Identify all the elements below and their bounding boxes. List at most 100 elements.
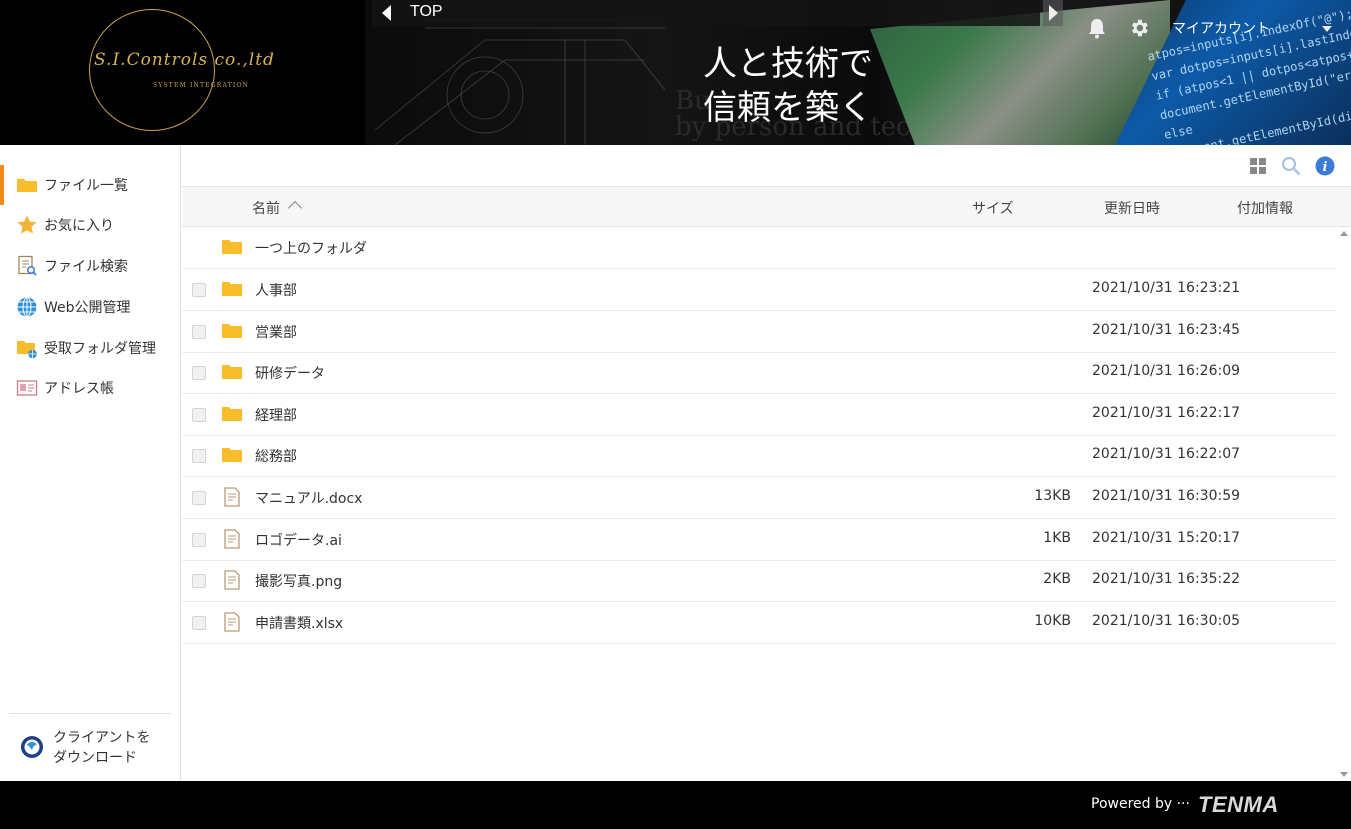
folder-icon xyxy=(222,324,242,338)
gear-icon[interactable] xyxy=(1128,17,1150,39)
file-name: マニュアル.docx xyxy=(255,491,363,507)
table-row[interactable]: 人事部 2021/10/31 16:23:21 xyxy=(182,269,1337,311)
file-date: 2021/10/31 16:35:22 xyxy=(1092,571,1241,587)
folder-icon xyxy=(222,407,242,421)
table-row[interactable]: 総務部 2021/10/31 16:22:07 xyxy=(182,435,1337,477)
sidebar-divider xyxy=(9,713,171,714)
download-client-button[interactable]: クライアントを ダウンロード xyxy=(20,727,180,771)
sidebar-item-favorites[interactable]: お気に入り xyxy=(0,205,181,245)
address-book-icon xyxy=(16,380,38,396)
file-list-panel: i 名前 サイズ 更新日時 付加情報 一つ上のフォルダ 人事部 2021/10/… xyxy=(182,145,1351,781)
file-date: 2021/10/31 16:30:05 xyxy=(1092,613,1241,629)
back-arrow-icon[interactable] xyxy=(380,3,394,23)
sidebar-item-address-book[interactable]: アドレス帳 xyxy=(0,368,181,408)
slogan-line-2: 信頼を築く xyxy=(703,88,873,128)
table-row[interactable]: 撮影写真.png 2KB 2021/10/31 16:35:22 xyxy=(182,560,1337,602)
top-link[interactable]: TOP xyxy=(410,3,443,21)
sidebar-item-label: 受取フォルダ管理 xyxy=(44,341,156,357)
column-modified[interactable]: 更新日時 xyxy=(1104,198,1160,218)
column-size[interactable]: サイズ xyxy=(972,198,1014,218)
sidebar-item-label: ファイル一覧 xyxy=(44,178,128,194)
sidebar-item-file-list[interactable]: ファイル一覧 xyxy=(0,165,181,205)
top-bar xyxy=(372,0,1040,26)
file-size: 1KB xyxy=(1043,530,1071,546)
sidebar-item-label: ファイル検索 xyxy=(44,259,128,275)
table-row[interactable]: 申請書類.xlsx 10KB 2021/10/31 16:30:05 xyxy=(182,602,1337,644)
file-size: 10KB xyxy=(1034,613,1071,629)
document-icon xyxy=(224,487,240,507)
scroll-up-arrow-icon[interactable] xyxy=(1340,231,1348,236)
table-row[interactable]: マニュアル.docx 13KB 2021/10/31 16:30:59 xyxy=(182,477,1337,519)
file-name: 人事部 xyxy=(255,283,297,299)
file-name: 総務部 xyxy=(255,449,297,465)
chevron-down-icon[interactable] xyxy=(1322,26,1332,32)
row-checkbox[interactable] xyxy=(192,408,206,422)
file-name: 撮影写真.png xyxy=(255,574,343,590)
toolbar: i xyxy=(182,145,1351,187)
bell-icon[interactable] xyxy=(1087,17,1107,39)
powered-by-label: Powered by ··· xyxy=(1091,796,1190,812)
row-checkbox[interactable] xyxy=(192,366,206,380)
globe-icon xyxy=(17,297,37,317)
file-date: 2021/10/31 16:23:45 xyxy=(1092,322,1241,338)
file-date: 2021/10/31 15:20:17 xyxy=(1092,530,1241,546)
folder-icon xyxy=(222,448,242,462)
parent-folder-row[interactable]: 一つ上のフォルダ xyxy=(182,227,1337,269)
row-checkbox[interactable] xyxy=(192,574,206,588)
vertical-scrollbar[interactable] xyxy=(1337,227,1351,781)
footer: Powered by ··· TENMA xyxy=(0,781,1351,829)
folder-icon xyxy=(222,365,242,379)
file-search-icon xyxy=(18,255,37,276)
row-checkbox[interactable] xyxy=(192,449,206,463)
row-checkbox[interactable] xyxy=(192,283,206,297)
row-checkbox[interactable] xyxy=(192,325,206,339)
folder-icon xyxy=(222,282,242,296)
row-checkbox[interactable] xyxy=(192,491,206,505)
folder-icon xyxy=(17,179,37,192)
file-date: 2021/10/31 16:26:09 xyxy=(1092,363,1241,379)
sidebar-item-receive-folder[interactable]: 受取フォルダ管理 xyxy=(0,328,181,368)
scroll-down-arrow-icon[interactable] xyxy=(1340,772,1348,777)
column-header: 名前 サイズ 更新日時 付加情報 xyxy=(182,187,1351,227)
table-row[interactable]: 研修データ 2021/10/31 16:26:09 xyxy=(182,352,1337,394)
forward-arrow-icon[interactable] xyxy=(1043,0,1063,26)
column-extra-info[interactable]: 付加情報 xyxy=(1237,198,1293,218)
document-icon xyxy=(224,570,240,590)
star-icon xyxy=(17,215,37,234)
sort-ascending-icon[interactable] xyxy=(287,200,303,216)
search-icon[interactable] xyxy=(1281,156,1301,176)
folder-icon xyxy=(222,240,242,254)
sidebar-item-file-search[interactable]: ファイル検索 xyxy=(0,246,181,286)
row-checkbox[interactable] xyxy=(192,533,206,547)
grid-view-icon[interactable] xyxy=(1248,156,1268,176)
download-label-line2: ダウンロード xyxy=(53,750,137,766)
column-name[interactable]: 名前 xyxy=(252,198,280,218)
file-date: 2021/10/31 16:22:17 xyxy=(1092,405,1241,421)
file-name: ロゴデータ.ai xyxy=(255,533,342,549)
sidebar-item-web-publish[interactable]: Web公開管理 xyxy=(0,287,181,327)
logo-subtitle: SYSTEM INTEGRATION xyxy=(153,82,250,89)
account-menu[interactable]: マイアカウント xyxy=(1172,18,1270,38)
sidebar-item-label: Web公開管理 xyxy=(44,300,131,316)
tenma-logo[interactable]: TENMA xyxy=(1198,792,1279,818)
file-date: 2021/10/31 16:23:21 xyxy=(1092,280,1241,296)
table-row[interactable]: 営業部 2021/10/31 16:23:45 xyxy=(182,311,1337,353)
logo-text: S.I.Controls co.,ltd xyxy=(94,50,275,70)
file-name: 研修データ xyxy=(255,366,325,382)
receive-folder-icon xyxy=(17,341,37,359)
download-label-line1: クライアントを xyxy=(53,730,151,746)
table-row[interactable]: ロゴデータ.ai 1KB 2021/10/31 15:20:17 xyxy=(182,519,1337,561)
file-name: 申請書類.xlsx xyxy=(255,616,344,632)
row-checkbox[interactable] xyxy=(192,616,206,630)
sidebar: ファイル一覧 お気に入り ファイル検索 Web公開管理 受取フォルダ管理 アドレ… xyxy=(0,145,181,781)
file-size: 2KB xyxy=(1043,571,1071,587)
header: S.I.Controls co.,ltd SYSTEM INTEGRATION … xyxy=(0,0,1351,145)
info-icon[interactable]: i xyxy=(1315,156,1335,176)
company-logo[interactable]: S.I.Controls co.,ltd SYSTEM INTEGRATION xyxy=(0,0,365,145)
document-icon xyxy=(224,529,240,549)
file-size: 13KB xyxy=(1034,488,1071,504)
parent-folder-label: 一つ上のフォルダ xyxy=(255,241,367,257)
svg-text:i: i xyxy=(1323,160,1328,175)
table-row[interactable]: 経理部 2021/10/31 16:22:17 xyxy=(182,394,1337,436)
logo-ring xyxy=(89,9,215,131)
